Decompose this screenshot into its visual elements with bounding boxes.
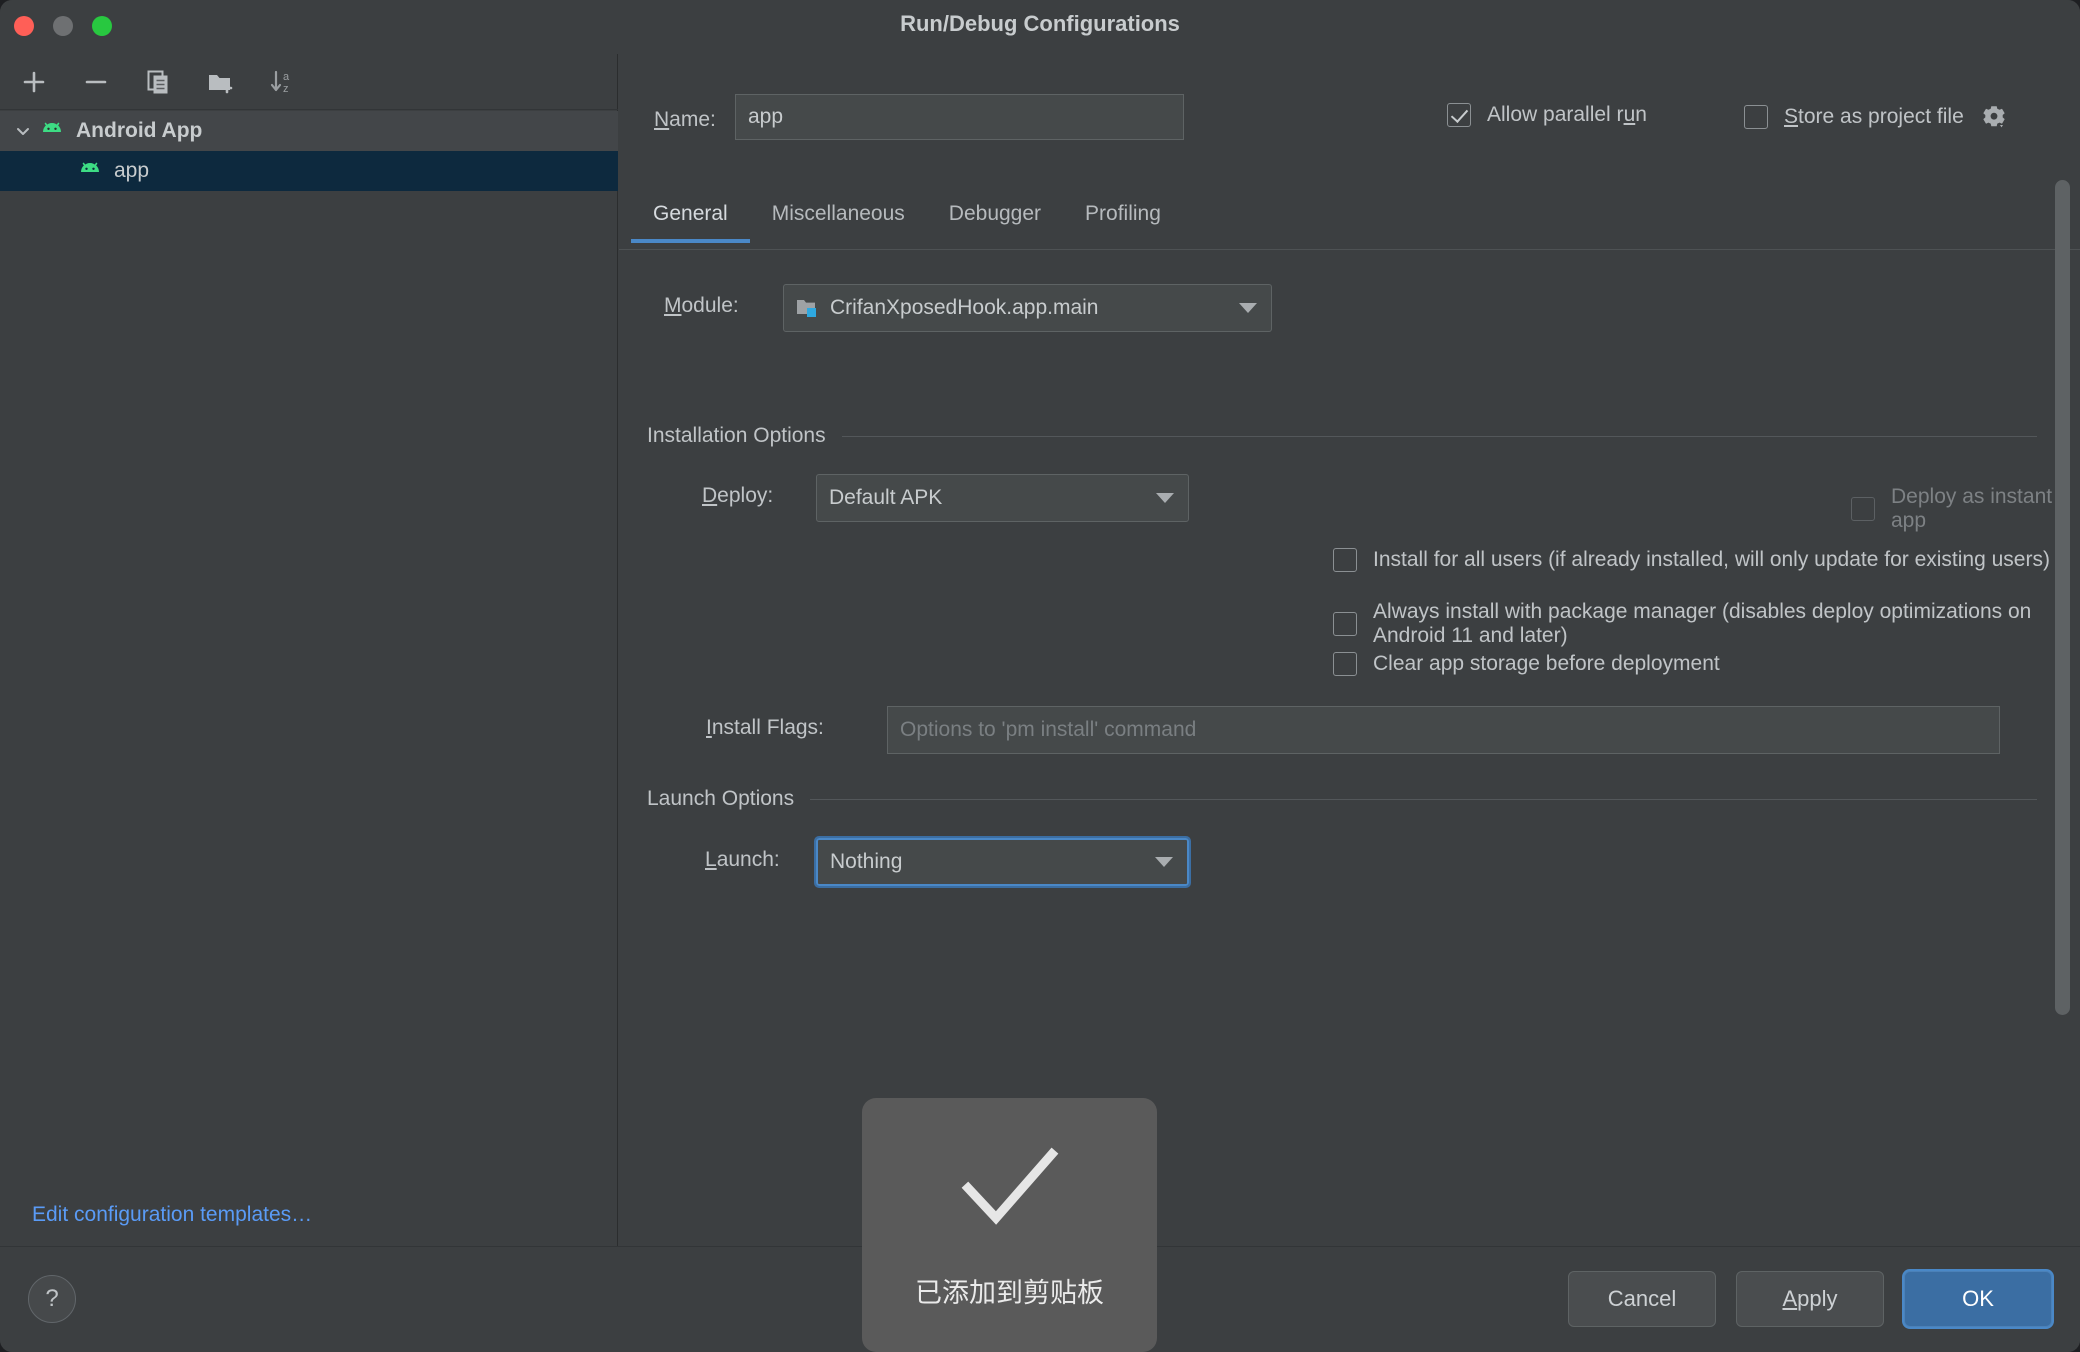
section-divider (810, 798, 2037, 800)
clipboard-toast: 已添加到剪贴板 (862, 1098, 1157, 1352)
tree-item-app[interactable]: app (0, 151, 618, 191)
module-row: Module: CrifanXposedHook.app.main (619, 284, 2080, 332)
launch-label: Launch: (705, 848, 780, 871)
store-as-project-file-label: Store as project file (1784, 105, 1964, 128)
launch-options-title: Launch Options (647, 787, 795, 810)
chevron-down-icon (1155, 857, 1173, 867)
title-bar: Run/Debug Configurations (0, 0, 2080, 54)
sidebar-toolbar: a z (0, 54, 618, 110)
module-icon (796, 297, 820, 319)
installation-options-section: Installation Options (647, 424, 2037, 448)
launch-dropdown[interactable]: Nothing (814, 836, 1191, 888)
edit-configuration-templates-link[interactable]: Edit configuration templates… (32, 1203, 312, 1227)
launch-options-section: Launch Options (647, 787, 2037, 811)
section-divider (841, 435, 2037, 437)
name-label: Name: (654, 108, 716, 131)
clear-app-storage-label: Clear app storage before deployment (1373, 652, 1720, 675)
tab-general[interactable]: General (631, 196, 750, 243)
install-for-all-users-checkbox[interactable] (1333, 548, 1357, 572)
installation-options-title: Installation Options (647, 424, 826, 447)
always-install-package-manager-row[interactable]: Always install with package manager (dis… (1333, 600, 2080, 648)
allow-parallel-run-checkbox[interactable] (1447, 103, 1471, 127)
name-input[interactable]: app (735, 94, 1184, 140)
store-as-project-file-checkbox[interactable] (1744, 105, 1768, 129)
tree-group-android-app[interactable]: Android App (0, 111, 618, 151)
chevron-down-icon (1156, 493, 1174, 503)
install-for-all-users-label: Install for all users (if already instal… (1373, 548, 2050, 571)
chevron-down-icon[interactable] (14, 122, 40, 140)
deploy-row: Deploy: Default APK Deploy as instant ap… (619, 474, 2080, 532)
scrollbar-thumb[interactable] (2055, 180, 2070, 1015)
tab-debugger[interactable]: Debugger (927, 196, 1063, 242)
launch-row: Launch: Nothing (619, 836, 2080, 888)
android-icon (78, 161, 102, 181)
configurations-sidebar: a z Android App app Edit configuration t… (0, 54, 618, 1246)
android-icon (40, 121, 64, 141)
configuration-editor: Name: app Allow parallel run Store as pr… (619, 54, 2080, 1246)
checkmark-icon (954, 1140, 1066, 1237)
deploy-value: Default APK (829, 486, 943, 509)
name-row: Name: app Allow parallel run Store as pr… (619, 94, 2080, 146)
module-label: Module: (664, 294, 739, 317)
sidebar-footer: Edit configuration templates… (0, 1184, 618, 1246)
always-install-package-manager-checkbox[interactable] (1333, 612, 1357, 636)
store-as-project-file-row[interactable]: Store as project file (1744, 103, 2008, 131)
tree-group-label: Android App (76, 119, 203, 142)
name-input-value: app (748, 105, 784, 128)
install-flags-placeholder: Options to 'pm install' command (900, 718, 1197, 741)
deploy-as-instant-app-checkbox (1851, 497, 1875, 521)
editor-tabs: General Miscellaneous Debugger Profiling (619, 196, 2080, 250)
svg-text:z: z (283, 83, 289, 95)
launch-value: Nothing (830, 850, 903, 873)
new-folder-button[interactable] (200, 62, 240, 102)
install-flags-input[interactable]: Options to 'pm install' command (887, 706, 2000, 754)
help-button[interactable]: ? (28, 1275, 76, 1323)
window-title: Run/Debug Configurations (900, 11, 1180, 36)
always-install-package-manager-label: Always install with package manager (dis… (1373, 600, 2032, 647)
dialog-actions: Cancel Apply OK (1568, 1271, 2052, 1327)
tab-miscellaneous[interactable]: Miscellaneous (750, 196, 927, 242)
deploy-as-instant-app-row: Deploy as instant app (1851, 485, 2080, 533)
configurations-tree: Android App app (0, 111, 618, 191)
apply-button[interactable]: Apply (1736, 1271, 1884, 1327)
editor-scrollbar[interactable] (2052, 166, 2074, 1086)
chevron-down-icon (1239, 303, 1257, 313)
install-flags-row: Install Flags: Options to 'pm install' c… (619, 706, 2080, 754)
copy-configuration-button[interactable] (138, 62, 178, 102)
tab-profiling[interactable]: Profiling (1063, 196, 1183, 242)
module-value: CrifanXposedHook.app.main (830, 296, 1099, 319)
clear-app-storage-row[interactable]: Clear app storage before deployment (1333, 652, 1720, 676)
sort-az-button[interactable]: a z (262, 62, 302, 102)
allow-parallel-run-label: Allow parallel run (1487, 103, 1647, 126)
remove-configuration-button[interactable] (76, 62, 116, 102)
deploy-label: Deploy: (702, 484, 774, 507)
ok-button[interactable]: OK (1904, 1271, 2052, 1327)
clear-app-storage-checkbox[interactable] (1333, 652, 1357, 676)
install-for-all-users-row[interactable]: Install for all users (if already instal… (1333, 548, 2050, 572)
deploy-dropdown[interactable]: Default APK (816, 474, 1189, 522)
allow-parallel-run-row[interactable]: Allow parallel run (1447, 103, 1647, 127)
module-dropdown[interactable]: CrifanXposedHook.app.main (783, 284, 1272, 332)
cancel-button[interactable]: Cancel (1568, 1271, 1716, 1327)
add-configuration-button[interactable] (14, 62, 54, 102)
run-debug-configurations-window: Run/Debug Configurations a z Android App… (0, 0, 2080, 1352)
install-flags-label: Install Flags: (706, 716, 824, 739)
tree-item-label: app (114, 159, 150, 182)
gear-icon[interactable] (1980, 103, 2008, 131)
toast-message: 已添加到剪贴板 (915, 1278, 1104, 1309)
svg-text:a: a (283, 71, 290, 83)
